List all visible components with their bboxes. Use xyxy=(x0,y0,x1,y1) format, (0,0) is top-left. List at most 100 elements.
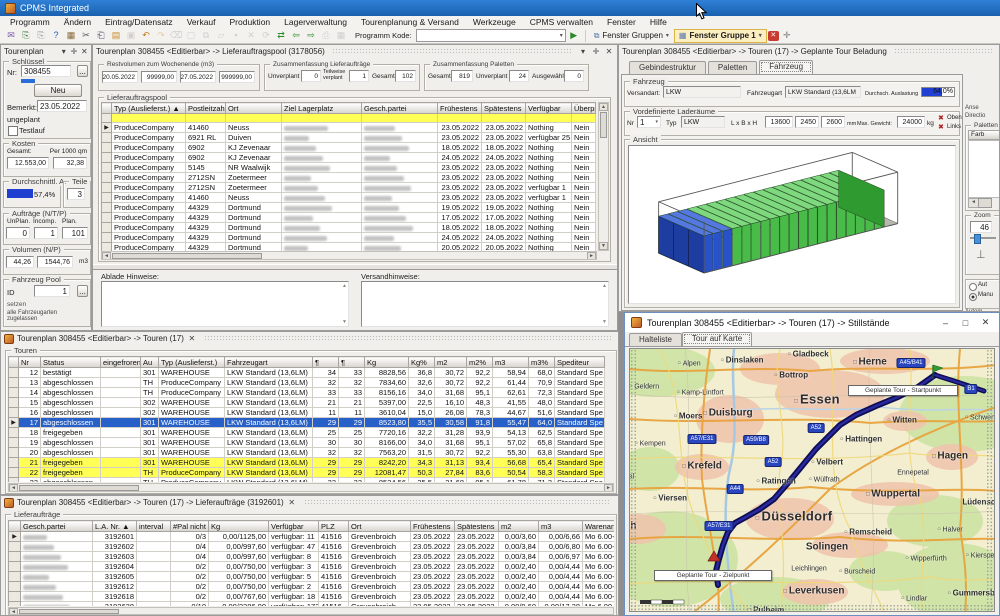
cell[interactable] xyxy=(362,114,438,123)
row-selector[interactable] xyxy=(9,542,21,552)
cell[interactable]: 44329 xyxy=(186,243,226,252)
menu-item-lagerverwaltung[interactable]: Lagerverwaltung xyxy=(277,17,354,27)
cell[interactable]: Nein xyxy=(572,233,596,243)
column-header[interactable]: interval xyxy=(137,521,171,532)
column-header[interactable]: Ziel Lagerplatz xyxy=(282,103,362,114)
table-row[interactable]: ProduceCompany2712SNZoetermeer23.05.2022… xyxy=(102,183,596,193)
cell[interactable]: WAREHOUSE xyxy=(159,428,225,438)
cell[interactable]: WAREHOUSE xyxy=(159,398,225,408)
cell[interactable]: 0,00/997,60 xyxy=(209,542,269,552)
cell[interactable]: 51,6 xyxy=(529,408,555,418)
cell[interactable]: 32 xyxy=(339,378,365,388)
cell[interactable]: 30,58 xyxy=(435,418,467,428)
cell[interactable]: ProduceCompany xyxy=(112,183,186,193)
row-selector[interactable] xyxy=(102,243,112,252)
row-selector[interactable] xyxy=(102,203,112,213)
cell[interactable]: verfügbar: 47 xyxy=(269,542,319,552)
cell[interactable]: ProduceCompany xyxy=(112,133,186,143)
cell[interactable]: Standard Spe xyxy=(555,398,605,408)
cell[interactable]: 65,4 xyxy=(529,458,555,468)
cell[interactable]: ProduceCompany xyxy=(112,223,186,233)
cell[interactable]: 8524,56 xyxy=(365,478,409,483)
cell[interactable]: Nein xyxy=(572,183,596,193)
table-row[interactable]: 31926040/20,00/750,00verfügbar: 341516Gr… xyxy=(9,562,615,572)
menu-item-cpms-verwalten[interactable]: CPMS verwalten xyxy=(523,17,600,27)
cell[interactable]: 41516 xyxy=(319,572,349,582)
table-row[interactable]: 12bestätigt301WAREHOUSELKW Standard (13,… xyxy=(9,368,605,378)
cell[interactable]: 0/2 xyxy=(171,592,209,602)
cell[interactable]: 0,00/3,84 xyxy=(499,542,539,552)
cell[interactable] xyxy=(282,223,362,233)
column-header[interactable]: m2 xyxy=(435,357,467,368)
row-selector[interactable] xyxy=(102,143,112,153)
cell[interactable]: TH xyxy=(141,468,159,478)
cell[interactable]: 31,28 xyxy=(435,428,467,438)
row-selector[interactable] xyxy=(102,233,112,243)
cell[interactable]: 31,68 xyxy=(435,478,467,483)
cell[interactable]: 30,72 xyxy=(435,448,467,458)
cell[interactable]: LKW Standard (13,6LM) xyxy=(225,408,313,418)
cell[interactable]: abgeschlossen xyxy=(41,448,101,458)
cell[interactable]: 18 xyxy=(19,428,41,438)
cell[interactable]: 92,2 xyxy=(467,368,493,378)
cell[interactable]: 23.05.2022 xyxy=(482,183,526,193)
cell[interactable]: 31,68 xyxy=(435,438,467,448)
cell[interactable]: 29 xyxy=(313,418,339,428)
chevron-down-icon[interactable]: ▾ xyxy=(60,47,67,57)
cell[interactable]: ProduceCompany xyxy=(112,233,186,243)
row-selector[interactable] xyxy=(9,448,19,458)
cell[interactable]: 23.05.2022 xyxy=(438,163,482,173)
table-row[interactable]: 31926120/20,00/750,00verfügbar: 241516Gr… xyxy=(9,582,615,592)
cell[interactable]: 32,2 xyxy=(409,428,435,438)
column-header[interactable]: m3% xyxy=(529,357,555,368)
close-icon[interactable]: ✕ xyxy=(287,498,297,508)
cell[interactable]: Standard Spe xyxy=(555,388,605,398)
cell[interactable]: 0,00/3,84 xyxy=(499,552,539,562)
cell[interactable]: Grevenbroich xyxy=(349,562,411,572)
cell[interactable]: 41516 xyxy=(319,592,349,602)
menu-item-programm[interactable]: Programm xyxy=(3,17,57,27)
cell[interactable]: Grevenbroich xyxy=(349,572,411,582)
cell[interactable]: Mo 6.00-14:00/ xyxy=(583,592,615,602)
close-icon[interactable]: ✕ xyxy=(187,334,197,344)
forward-icon[interactable]: ⇨ xyxy=(304,29,318,42)
copy-icon[interactable]: ⎗ xyxy=(94,29,108,42)
cell[interactable]: LKW Standard (13,6LM) xyxy=(225,428,313,438)
cell[interactable]: abgeschlossen xyxy=(41,388,101,398)
cell[interactable]: 22,5 xyxy=(409,398,435,408)
cell[interactable]: LKW Standard (13,6LM) xyxy=(225,458,313,468)
column-header[interactable]: Gesch.partei xyxy=(21,521,93,532)
column-header[interactable]: Kg% xyxy=(409,357,435,368)
cell[interactable]: 23.05.2022 xyxy=(482,193,526,203)
liefer-window-titlebar[interactable]: Tourenplan 308455 <Editierbar> -> Touren… xyxy=(1,496,618,509)
cell[interactable]: 23.05.2022 xyxy=(455,532,499,542)
cell[interactable]: 2712SN xyxy=(186,183,226,193)
cell[interactable]: 15,0 xyxy=(409,408,435,418)
cell[interactable] xyxy=(101,468,141,478)
pin-icon[interactable]: ✛ xyxy=(70,47,77,57)
cell[interactable]: 0,00/17,28 xyxy=(539,602,583,607)
cell[interactable]: abgeschlossen xyxy=(41,478,101,483)
column-header[interactable]: Frühestens xyxy=(438,103,482,114)
cell[interactable]: 3192628 xyxy=(93,602,137,607)
cell[interactable]: 0/3 xyxy=(171,532,209,542)
cell[interactable]: 23.05.2022 xyxy=(455,562,499,572)
table-row[interactable]: ProduceCompany44329Dortmund20.05.202220.… xyxy=(102,243,596,252)
map-window-titlebar[interactable]: Tourenplan 308455 <Editierbar> -> Touren… xyxy=(625,313,999,332)
cell[interactable]: 15 xyxy=(19,398,41,408)
cell[interactable]: 41516 xyxy=(319,562,349,572)
column-header[interactable]: ¶ xyxy=(313,357,339,368)
row-selector[interactable] xyxy=(9,458,19,468)
cell[interactable]: verfügbar: 11 xyxy=(269,532,319,542)
zoom-slider-thumb[interactable] xyxy=(974,234,981,244)
cell[interactable]: 7563,20 xyxy=(365,448,409,458)
cell[interactable]: 21 xyxy=(313,398,339,408)
pool-id-input[interactable]: 1 xyxy=(34,285,70,297)
laenge-input[interactable]: 13600 xyxy=(765,116,793,128)
laderaum-nr-select[interactable]: 1▾ xyxy=(637,116,661,128)
cell[interactable]: Mo 6.00-14:00/ xyxy=(583,532,615,542)
cell[interactable] xyxy=(21,542,93,552)
table-row[interactable]: ProduceCompany44329Dortmund24.05.202224.… xyxy=(102,233,596,243)
cell[interactable]: 7720,16 xyxy=(365,428,409,438)
cell[interactable]: ProduceCompany xyxy=(112,163,186,173)
